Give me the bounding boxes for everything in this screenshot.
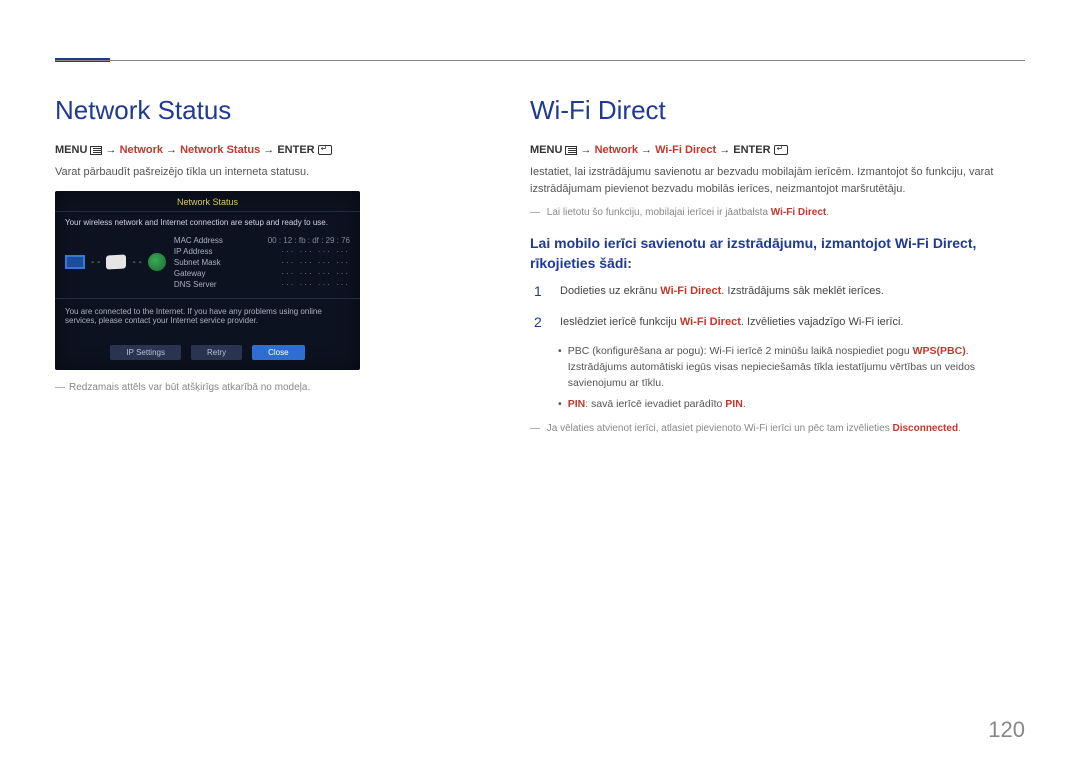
ss-row: Gateway ··· ··· ··· ··· <box>174 268 350 279</box>
step-text-a: Dodieties uz ekrānu <box>560 285 660 297</box>
ss-row: Subnet Mask ··· ··· ··· ··· <box>174 257 350 268</box>
horizontal-rule <box>55 60 1025 61</box>
arrow: → <box>166 144 177 156</box>
bullet-pin: PIN: savā ierīcē ievadiet parādīto PIN. <box>558 397 1025 413</box>
menu-prefix: MENU <box>530 144 562 156</box>
ss-body: - - - - MAC Address 00 : 12 : fb : df : 2… <box>55 231 360 298</box>
ip-settings-button: IP Settings <box>110 345 181 360</box>
ss-key: IP Address <box>174 247 213 256</box>
subheading: Lai mobilo ierīci savienotu ar izstrādāj… <box>530 234 1025 273</box>
globe-icon <box>148 253 166 271</box>
ss-row: DNS Server ··· ··· ··· ··· <box>174 279 350 290</box>
menu-item-wifi-direct: Wi-Fi Direct <box>655 144 716 156</box>
menu-grid-icon <box>565 146 577 155</box>
content-columns: Network Status MENU → Network → Network … <box>55 95 1025 436</box>
ss-val: ··· ··· ··· ··· <box>281 269 350 278</box>
ss-val: ··· ··· ··· ··· <box>281 247 350 256</box>
ss-val: ··· ··· ··· ··· <box>281 280 350 289</box>
section-heading-wifi-direct: Wi-Fi Direct <box>530 95 1025 126</box>
note-highlight: Wi-Fi Direct <box>771 207 826 218</box>
menu-path-right: MENU → Network → Wi-Fi Direct → ENTER <box>530 144 1025 156</box>
ss-title: Network Status <box>55 191 360 212</box>
note-text-b: . <box>826 207 829 218</box>
arrow: → <box>641 144 652 156</box>
ss-message: Your wireless network and Internet conne… <box>55 212 360 231</box>
page-number: 120 <box>988 717 1025 743</box>
step-highlight: Wi-Fi Direct <box>660 285 721 297</box>
note-text-a: Lai lietotu šo funkciju, mobilajai ierīc… <box>547 207 771 218</box>
step-2: 2 Ieslēdziet ierīcē funkciju Wi-Fi Direc… <box>534 314 1025 331</box>
tv-icon <box>65 255 85 269</box>
ss-buttons: IP Settings Retry Close <box>55 345 360 360</box>
menu-suffix: ENTER <box>277 144 314 156</box>
ss-info-table: MAC Address 00 : 12 : fb : df : 29 : 76 I… <box>174 235 350 290</box>
menu-item-network: Network <box>595 144 638 156</box>
note-text-a: Ja vēlaties atvienot ierīci, atlasiet pi… <box>547 423 893 434</box>
menu-suffix: ENTER <box>733 144 770 156</box>
wifi-support-note: Lai lietotu šo funkciju, mobilajai ierīc… <box>530 205 1025 220</box>
enter-key-icon <box>318 145 332 155</box>
network-status-screenshot: Network Status Your wireless network and… <box>55 191 360 370</box>
ss-row: IP Address ··· ··· ··· ··· <box>174 246 350 257</box>
bullet-text-a: : savā ierīcē ievadiet parādīto <box>585 398 725 410</box>
menu-item-network-status: Network Status <box>180 144 260 156</box>
ss-key: DNS Server <box>174 280 217 289</box>
arrow: → <box>263 144 274 156</box>
note-text-b: . <box>958 423 961 434</box>
retry-button: Retry <box>191 345 242 360</box>
arrow: → <box>106 144 117 156</box>
ss-connection-icons: - - - - <box>65 235 166 290</box>
ss-row: MAC Address 00 : 12 : fb : df : 29 : 76 <box>174 235 350 246</box>
enter-key-icon <box>774 145 788 155</box>
step-highlight: Wi-Fi Direct <box>680 316 741 328</box>
note-highlight: Disconnected <box>892 423 958 434</box>
bullet-highlight: PIN <box>568 398 586 410</box>
bullet-list: PBC (konfigurēšana ar pogu): Wi-Fi ierīc… <box>558 344 1025 413</box>
ss-footer-text: You are connected to the Internet. If yo… <box>55 298 360 335</box>
step-text-a: Ieslēdziet ierīcē funkciju <box>560 316 680 328</box>
bullet-pbc: PBC (konfigurēšana ar pogu): Wi-Fi ierīc… <box>558 344 1025 391</box>
ss-key: Subnet Mask <box>174 258 221 267</box>
disconnect-note: Ja vēlaties atvienot ierīci, atlasiet pi… <box>530 421 1025 436</box>
ss-key: Gateway <box>174 269 206 278</box>
step-number: 2 <box>534 314 548 331</box>
step-text: Ieslēdziet ierīcē funkciju Wi-Fi Direct.… <box>560 314 1025 331</box>
bullet-content: PIN: savā ierīcē ievadiet parādīto PIN. <box>568 397 746 413</box>
section-heading-network-status: Network Status <box>55 95 495 126</box>
bullet-text-b: . <box>743 398 746 410</box>
arrow: → <box>719 144 730 156</box>
bullet-highlight: PIN <box>725 398 743 410</box>
link-dash-icon: - - <box>132 257 141 268</box>
right-column: Wi-Fi Direct MENU → Network → Wi-Fi Dire… <box>530 95 1025 436</box>
step-number: 1 <box>534 283 548 300</box>
ss-key: MAC Address <box>174 236 223 245</box>
bullet-text-a: PBC (konfigurēšana ar pogu): Wi-Fi ierīc… <box>568 345 913 357</box>
bullet-highlight: WPS(PBC) <box>913 345 966 357</box>
step-text-b: . Izstrādājums sāk meklēt ierīces. <box>721 285 884 297</box>
step-text-b: . Izvēlieties vajadzīgo Wi-Fi ierīci. <box>741 316 904 328</box>
left-description: Varat pārbaudīt pašreizējo tīkla un inte… <box>55 164 495 181</box>
menu-grid-icon <box>90 146 102 155</box>
ss-val: ··· ··· ··· ··· <box>281 258 350 267</box>
image-note: Redzamais attēls var būt atšķirīgs atkar… <box>55 380 495 395</box>
close-button: Close <box>252 345 304 360</box>
menu-path-left: MENU → Network → Network Status → ENTER <box>55 144 495 156</box>
right-paragraph-1: Iestatiet, lai izstrādājumu savienotu ar… <box>530 164 1025 197</box>
step-1: 1 Dodieties uz ekrānu Wi-Fi Direct. Izst… <box>534 283 1025 300</box>
steps-list: 1 Dodieties uz ekrānu Wi-Fi Direct. Izst… <box>534 283 1025 330</box>
router-icon <box>106 254 126 269</box>
left-column: Network Status MENU → Network → Network … <box>55 95 495 436</box>
menu-prefix: MENU <box>55 144 87 156</box>
step-text: Dodieties uz ekrānu Wi-Fi Direct. Izstrā… <box>560 283 1025 300</box>
bullet-content: PBC (konfigurēšana ar pogu): Wi-Fi ierīc… <box>568 344 1025 391</box>
arrow: → <box>581 144 592 156</box>
menu-item-network: Network <box>120 144 163 156</box>
link-dash-icon: - - <box>91 257 100 268</box>
ss-val: 00 : 12 : fb : df : 29 : 76 <box>268 236 350 245</box>
